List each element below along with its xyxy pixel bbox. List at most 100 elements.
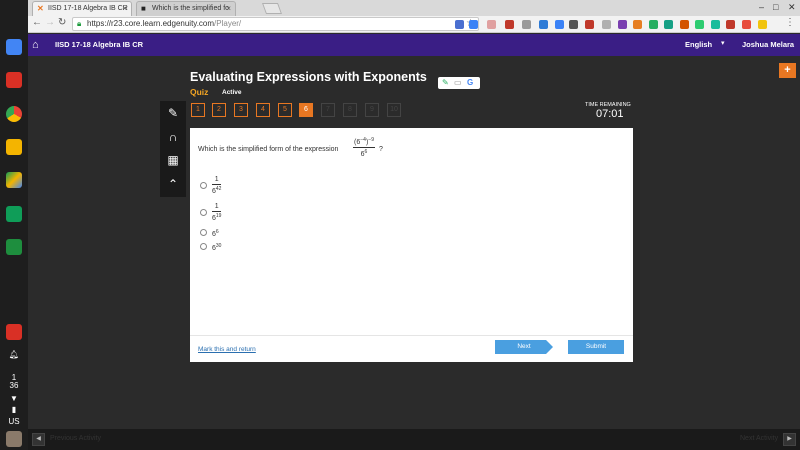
question-card: Which is the simplified form of the expr… [190, 128, 633, 362]
question-nav-4[interactable]: 4 [256, 103, 270, 117]
question-nav-5[interactable]: 5 [278, 103, 292, 117]
activity-status: Active [222, 89, 242, 96]
extension-icon-15[interactable] [680, 20, 689, 29]
extension-icon-20[interactable] [758, 20, 767, 29]
menu-dots-icon[interactable]: ⋮ [785, 17, 795, 28]
headphones-icon[interactable]: ∩ [160, 126, 186, 149]
browser-tabbar: ✕ IISD 17-18 Algebra IB CR × ■ Which is … [28, 0, 800, 16]
mark-and-return-link[interactable]: Mark this and return [198, 346, 256, 353]
extension-icon-9[interactable] [585, 20, 594, 29]
next-activity-arrow-icon[interactable]: ▶ [783, 433, 796, 446]
question-nav-9: 9 [365, 103, 379, 117]
submit-button[interactable]: Submit [568, 340, 624, 354]
tray-count-bottom: 36 [9, 381, 19, 390]
calculator-icon[interactable]: ▦ [160, 149, 186, 172]
option-4[interactable]: 630 [212, 243, 221, 252]
os-shelf: 🔔︎ 1 36 ▼ ▮ US [0, 0, 28, 450]
side-toolbar: ✎ ∩ ▦ ⌃ [160, 101, 186, 197]
tab-title: Which is the simplified fo [152, 5, 230, 12]
gmail-icon[interactable] [6, 72, 22, 88]
maximize-icon[interactable]: □ [773, 2, 778, 12]
option-3[interactable]: 66 [212, 229, 219, 238]
extension-icon-2[interactable] [469, 20, 478, 29]
question-nav-6[interactable]: 6 [299, 103, 313, 117]
question-nav-1[interactable]: 1 [191, 103, 205, 117]
tool-icons-bar: ✎ ▭ G [438, 77, 480, 89]
question-prompt: Which is the simplified form of the expr… [198, 146, 339, 153]
question-nav-7: 7 [321, 103, 335, 117]
forward-arrow-icon[interactable]: → [45, 17, 55, 28]
brainly-icon: ■ [141, 4, 146, 13]
timer-value: 07:01 [596, 108, 624, 120]
extension-icon-1[interactable] [455, 20, 464, 29]
question-expression: (6−4)−9 66 [353, 137, 375, 158]
google-slides-icon[interactable] [6, 139, 22, 155]
option-radio-3[interactable] [200, 229, 207, 236]
extension-icon-13[interactable] [649, 20, 658, 29]
card-footer: Mark this and return Next Submit [190, 335, 633, 362]
close-icon[interactable]: × [122, 2, 127, 15]
question-nav-2[interactable]: 2 [212, 103, 226, 117]
browser-tab-brainly[interactable]: ■ Which is the simplified fo × [136, 1, 236, 16]
graph-tool-icon[interactable]: ⌃ [160, 173, 186, 196]
app-launcher-icon[interactable] [6, 324, 22, 340]
extension-icon-10[interactable] [602, 20, 611, 29]
google-icon[interactable]: G [467, 77, 473, 89]
extension-icon-12[interactable] [633, 20, 642, 29]
extension-icon-5[interactable] [522, 20, 531, 29]
locale-indicator[interactable]: US [0, 417, 28, 426]
tab-title: IISD 17-18 Algebra IB CR [48, 5, 128, 12]
plus-icon[interactable]: + [779, 63, 796, 78]
extension-icon-3[interactable] [487, 20, 496, 29]
activity-bottom-bar: ◀ Previous Activity Next Activity ▶ [28, 429, 800, 450]
option-1[interactable]: 1 642 [212, 175, 222, 196]
extension-icon-18[interactable] [726, 20, 735, 29]
edgenuity-x-icon: ✕ [37, 4, 44, 13]
extension-icon-11[interactable] [618, 20, 627, 29]
reload-icon[interactable]: ↻ [58, 17, 66, 28]
notification-bell-icon[interactable]: 🔔︎ [0, 350, 28, 359]
extension-icon-4[interactable] [505, 20, 514, 29]
option-radio-4[interactable] [200, 243, 207, 250]
next-activity-label: Next Activity [740, 435, 779, 442]
extension-icon-19[interactable] [742, 20, 751, 29]
minimize-icon[interactable]: – [759, 2, 764, 12]
google-classroom-icon[interactable] [6, 239, 22, 255]
next-button[interactable]: Next [495, 340, 553, 354]
comment-icon[interactable]: ▭ [454, 77, 462, 89]
extension-icon-8[interactable] [569, 20, 578, 29]
extension-icon-14[interactable] [664, 20, 673, 29]
wifi-icon: ▼ [10, 394, 18, 403]
lesson-title: Evaluating Expressions with Exponents [190, 70, 427, 84]
google-drive-icon[interactable] [6, 172, 22, 188]
pencil-icon[interactable]: ✎ [160, 102, 186, 125]
option-radio-1[interactable] [200, 182, 207, 189]
user-name[interactable]: Joshua Melara [742, 40, 794, 49]
home-icon[interactable]: ⌂ [32, 39, 39, 51]
chevron-down-icon[interactable]: ▾ [721, 39, 725, 47]
pencil-icon[interactable]: ✎ [442, 77, 449, 89]
google-docs-icon[interactable] [6, 39, 22, 55]
extension-icon-6[interactable] [539, 20, 548, 29]
address-bar[interactable]: 🔒︎ https://r23.core.learn.edgenuity.com/… [72, 17, 479, 31]
chrome-icon[interactable] [6, 106, 22, 122]
user-avatar[interactable] [6, 431, 22, 447]
close-icon[interactable]: × [226, 2, 231, 15]
question-nav-10: 10 [387, 103, 401, 117]
extension-icon-16[interactable] [695, 20, 704, 29]
previous-activity-arrow-icon[interactable]: ◀ [32, 433, 45, 446]
option-2[interactable]: 1 619 [212, 202, 222, 223]
language-select[interactable]: English [685, 40, 712, 49]
browser-tab-edgenuity[interactable]: ✕ IISD 17-18 Algebra IB CR × [32, 1, 132, 16]
course-title: IISD 17-18 Algebra IB CR [55, 40, 144, 49]
question-nav-3[interactable]: 3 [234, 103, 248, 117]
extension-icon-7[interactable] [555, 20, 564, 29]
back-arrow-icon[interactable]: ← [32, 17, 42, 28]
google-sheets-icon[interactable] [6, 206, 22, 222]
close-window-icon[interactable]: ✕ [788, 2, 796, 13]
url-path: /Player/ [214, 19, 242, 28]
previous-activity-label: Previous Activity [50, 435, 101, 442]
option-radio-2[interactable] [200, 209, 207, 216]
new-tab-button[interactable] [261, 3, 283, 14]
extension-icon-17[interactable] [711, 20, 720, 29]
